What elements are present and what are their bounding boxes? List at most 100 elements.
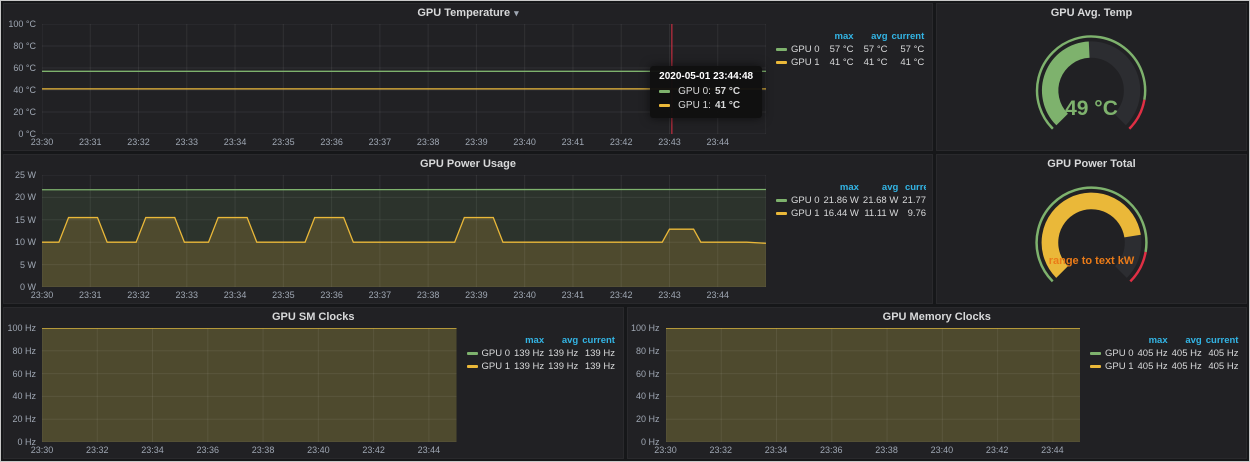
legend-column-header[interactable]: avg	[1170, 334, 1204, 347]
legend: maxavgcurrentGPU 021.86 W21.68 W21.77 WG…	[766, 175, 926, 301]
legend-column-header[interactable]: max	[512, 334, 546, 347]
x-axis-tick: 23:34	[224, 137, 247, 147]
panel-header-gpu-sm-clocks[interactable]: GPU SM Clocks	[4, 308, 623, 326]
legend-series-name[interactable]: GPU 1	[774, 207, 822, 220]
panel-gpu-temperature: GPU Temperature ▾ 100 °C80 °C60 °C40 °C2…	[3, 3, 933, 151]
x-axis-tick: 23:35	[272, 137, 295, 147]
chart-tooltip: 2020-05-01 23:44:48 GPU 0: 57 °C GPU 1: …	[650, 66, 762, 118]
legend-value: 9.76 W	[900, 207, 926, 220]
sm-clocks-chart: 100 Hz80 Hz60 Hz40 Hz20 Hz0 Hz 23:3023:3…	[6, 328, 457, 456]
legend-series-name[interactable]: GPU 1	[1088, 360, 1136, 373]
x-axis-tick: 23:33	[176, 290, 199, 300]
x-axis-tick: 23:33	[176, 137, 199, 147]
panel-title: GPU Temperature	[417, 7, 510, 19]
chevron-down-icon[interactable]: ▾	[514, 8, 519, 19]
legend-value: 405 Hz	[1204, 360, 1240, 373]
legend-column-header[interactable]: current	[1204, 334, 1240, 347]
dashboard-row-3: GPU SM Clocks 100 Hz80 Hz60 Hz40 Hz20 Hz…	[3, 307, 1247, 459]
panel-gpu-avg-temp: GPU Avg. Temp 49 °C	[936, 3, 1247, 151]
panel-header-gpu-temperature[interactable]: GPU Temperature ▾	[4, 4, 932, 22]
y-axis: 100 Hz80 Hz60 Hz40 Hz20 Hz0 Hz	[6, 328, 42, 442]
tooltip-timestamp: 2020-05-01 23:44:48	[659, 71, 753, 82]
x-axis-tick: 23:31	[79, 290, 102, 300]
legend-column-header[interactable]: current	[580, 334, 616, 347]
x-axis-tick: 23:35	[272, 290, 295, 300]
x-axis-tick: 23:30	[31, 290, 54, 300]
series-swatch-icon	[776, 212, 787, 215]
x-axis-tick: 23:34	[765, 445, 788, 455]
legend-series-name[interactable]: GPU 0	[774, 43, 822, 56]
tooltip-row: GPU 1: 41 °C	[659, 99, 753, 113]
temperature-chart: 100 °C80 °C60 °C40 °C20 °C0 °C 2020-05-0…	[6, 24, 766, 148]
legend-value: 21.86 W	[822, 194, 861, 207]
legend-row: GPU 141 °C41 °C41 °C	[774, 56, 926, 69]
plot-area[interactable]: 2020-05-01 23:44:48 GPU 0: 57 °C GPU 1: …	[42, 24, 766, 134]
legend-column-header[interactable]: avg	[861, 181, 900, 194]
legend-series-name[interactable]: GPU 1	[465, 360, 513, 373]
panel-gpu-power-total: GPU Power Total range to text kW	[936, 154, 1247, 304]
x-axis-tick: 23:43	[658, 137, 681, 147]
legend-header-spacer	[774, 181, 822, 194]
legend-value: 139 Hz	[512, 347, 546, 360]
legend-row: GPU 1139 Hz139 Hz139 Hz	[465, 360, 617, 373]
x-axis-tick: 23:42	[610, 290, 633, 300]
power-chart-svg	[42, 175, 766, 287]
legend-series-name[interactable]: GPU 0	[1088, 347, 1136, 360]
panel-header-gpu-power-total[interactable]: GPU Power Total	[937, 155, 1246, 173]
plot-area[interactable]	[42, 328, 457, 442]
panel-header-gpu-avg-temp[interactable]: GPU Avg. Temp	[937, 4, 1246, 22]
x-axis-tick: 23:39	[465, 290, 488, 300]
legend-table: maxavgcurrentGPU 057 °C57 °C57 °CGPU 141…	[774, 30, 926, 69]
legend-row: GPU 0139 Hz139 Hz139 Hz	[465, 347, 617, 360]
x-axis-tick: 23:36	[320, 290, 343, 300]
x-axis-tick: 23:34	[141, 445, 164, 455]
legend-series-name[interactable]: GPU 0	[774, 194, 822, 207]
power-total-gauge: range to text kW	[937, 173, 1246, 303]
legend-series-name[interactable]: GPU 0	[465, 347, 513, 360]
x-axis-tick: 23:43	[658, 290, 681, 300]
y-axis: 100 °C80 °C60 °C40 °C20 °C0 °C	[6, 24, 42, 134]
panel-title: GPU Avg. Temp	[1051, 7, 1133, 19]
tooltip-series-label: GPU 1:	[678, 99, 711, 113]
x-axis-tick: 23:41	[562, 290, 585, 300]
panel-title: GPU Power Usage	[420, 158, 516, 170]
x-axis-tick: 23:36	[820, 445, 843, 455]
legend-column-header[interactable]: avg	[856, 30, 890, 43]
legend-table: maxavgcurrentGPU 0405 Hz405 Hz405 HzGPU …	[1088, 334, 1240, 373]
legend-column-header[interactable]: max	[1136, 334, 1170, 347]
legend-value: 41 °C	[890, 56, 926, 69]
legend-column-header[interactable]: max	[822, 30, 856, 43]
legend-value: 139 Hz	[580, 360, 616, 373]
plot-area[interactable]	[42, 175, 766, 287]
x-axis-tick: 23:36	[197, 445, 220, 455]
x-axis-tick: 23:40	[931, 445, 954, 455]
x-axis-tick: 23:37	[369, 290, 392, 300]
legend-column-header[interactable]: avg	[546, 334, 580, 347]
x-axis: 23:3023:3123:3223:3323:3423:3523:3623:37…	[42, 287, 766, 301]
legend-value: 57 °C	[856, 43, 890, 56]
x-axis-tick: 23:39	[465, 137, 488, 147]
panel-header-gpu-power-usage[interactable]: GPU Power Usage	[4, 155, 932, 173]
panel-header-gpu-memory-clocks[interactable]: GPU Memory Clocks	[628, 308, 1247, 326]
x-axis-tick: 23:44	[706, 290, 729, 300]
panel-gpu-memory-clocks: GPU Memory Clocks 100 Hz80 Hz60 Hz40 Hz2…	[627, 307, 1248, 459]
legend-header-spacer	[465, 334, 513, 347]
legend-value: 139 Hz	[580, 347, 616, 360]
gauge-arc-svg	[1000, 176, 1183, 301]
dashboard-row-1: GPU Temperature ▾ 100 °C80 °C60 °C40 °C2…	[3, 3, 1247, 151]
legend-column-header[interactable]: current	[890, 30, 926, 43]
series-swatch-icon	[1090, 365, 1101, 368]
panel-gpu-sm-clocks: GPU SM Clocks 100 Hz80 Hz60 Hz40 Hz20 Hz…	[3, 307, 624, 459]
legend-series-name[interactable]: GPU 1	[774, 56, 822, 69]
legend-value: 139 Hz	[512, 360, 546, 373]
legend-table: maxavgcurrentGPU 021.86 W21.68 W21.77 WG…	[774, 181, 926, 220]
legend-column-header[interactable]: current	[900, 181, 926, 194]
legend-column-header[interactable]: max	[822, 181, 861, 194]
legend: maxavgcurrentGPU 057 °C57 °C57 °CGPU 141…	[766, 24, 926, 148]
legend-value: 21.77 W	[900, 194, 926, 207]
legend-value: 405 Hz	[1204, 347, 1240, 360]
x-axis-tick: 23:40	[307, 445, 330, 455]
plot-area[interactable]	[666, 328, 1081, 442]
legend-value: 405 Hz	[1136, 360, 1170, 373]
dashboard-row-2: GPU Power Usage 25 W20 W15 W10 W5 W0 W 2…	[3, 154, 1247, 304]
